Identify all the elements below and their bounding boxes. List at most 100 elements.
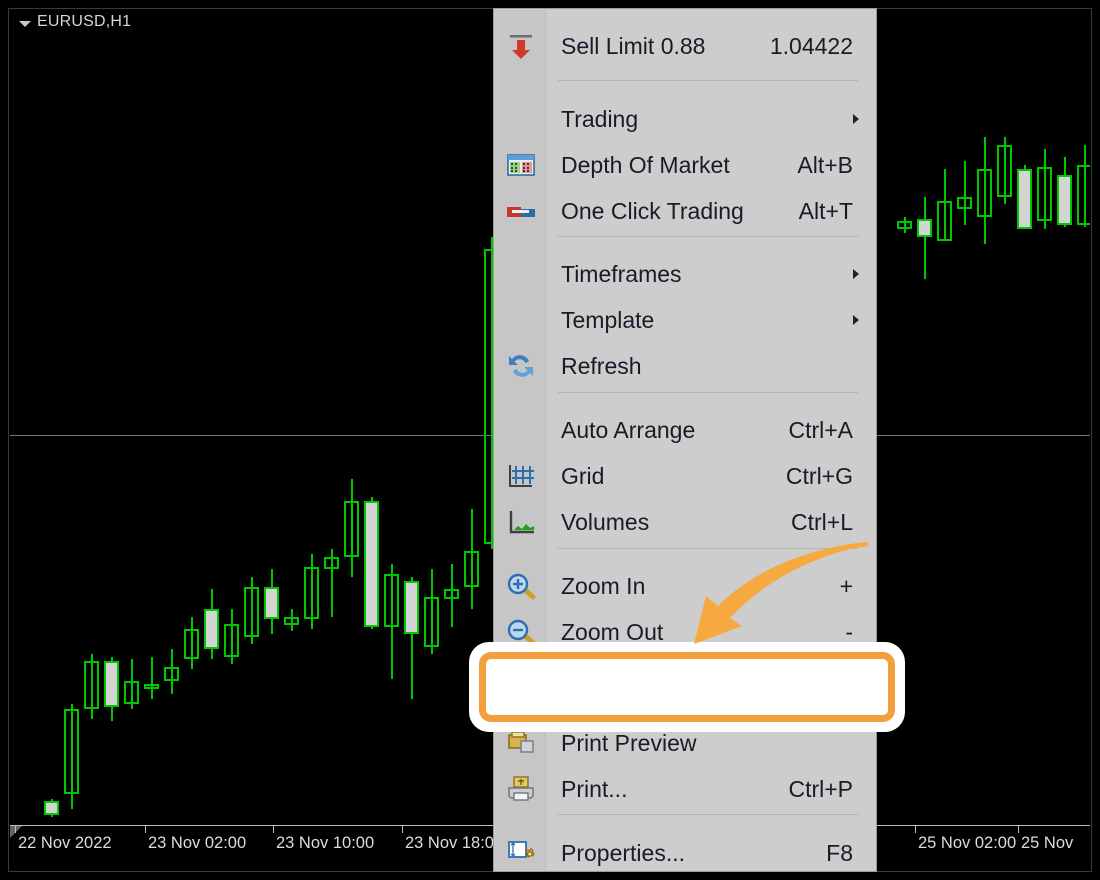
candle-body bbox=[1037, 167, 1052, 221]
menu-item-label: One Click Trading bbox=[561, 198, 744, 224]
menu-item-one-click-trading[interactable]: One Click Trading Alt+T bbox=[495, 188, 875, 234]
candle-body bbox=[997, 145, 1012, 197]
highlight-box bbox=[479, 652, 895, 722]
properties-icon bbox=[503, 839, 539, 867]
candle-body bbox=[44, 801, 59, 815]
candle-body bbox=[404, 581, 419, 634]
menu-item-label: Timeframes bbox=[561, 261, 682, 287]
candlestick bbox=[1077, 145, 1090, 227]
candle-body bbox=[104, 661, 119, 707]
candlestick bbox=[957, 161, 972, 225]
candle-body bbox=[957, 197, 972, 209]
menu-item-label: Zoom In bbox=[561, 573, 646, 599]
menu-item-print[interactable]: Print... Ctrl+P bbox=[495, 766, 875, 812]
menu-item-label: Print Preview bbox=[561, 730, 697, 756]
x-axis-tick bbox=[402, 825, 403, 833]
candle-body bbox=[164, 667, 179, 681]
candlestick bbox=[284, 609, 299, 631]
candlestick bbox=[64, 704, 79, 809]
x-axis-tick bbox=[915, 825, 916, 833]
menu-item-label: Volumes bbox=[561, 509, 650, 535]
menu-item-shortcut: F8 bbox=[826, 840, 853, 866]
depth-of-market-icon bbox=[503, 151, 539, 179]
menu-item-timeframes[interactable]: Timeframes bbox=[495, 251, 875, 297]
candlestick bbox=[1057, 157, 1072, 227]
menu-separator bbox=[558, 236, 858, 237]
x-axis-label: 25 Nov 02:00 bbox=[918, 834, 1017, 852]
menu-item-volumes[interactable]: Volumes Ctrl+L bbox=[495, 499, 875, 545]
candlestick bbox=[444, 564, 459, 627]
menu-item-grid[interactable]: Grid Ctrl+G bbox=[495, 453, 875, 499]
x-axis-label: 25 Nov bbox=[1021, 834, 1074, 852]
menu-item-shortcut: Ctrl+A bbox=[788, 417, 853, 443]
candlestick bbox=[977, 137, 992, 244]
chevron-right-icon bbox=[853, 315, 859, 325]
candle-body bbox=[1017, 169, 1032, 229]
candlestick bbox=[1017, 165, 1032, 229]
candlestick bbox=[184, 617, 199, 669]
chart-context-menu[interactable]: Sell Limit 0.88 1.04422 Trading Depth Of Ma… bbox=[493, 8, 877, 872]
menu-item-auto-arrange[interactable]: Auto Arrange Ctrl+A bbox=[495, 407, 875, 453]
grid-icon bbox=[503, 462, 539, 490]
candlestick bbox=[164, 649, 179, 694]
menu-item-label: Auto Arrange bbox=[561, 417, 696, 443]
candlestick bbox=[124, 659, 139, 709]
menu-item-shortcut: Ctrl+G bbox=[785, 463, 853, 489]
x-axis-tick bbox=[15, 825, 16, 833]
candle-wick bbox=[963, 161, 966, 225]
candlestick bbox=[44, 799, 59, 817]
candle-body bbox=[224, 624, 239, 657]
candle-body bbox=[937, 201, 952, 241]
one-click-trading-icon bbox=[503, 197, 539, 225]
candle-body bbox=[304, 567, 319, 619]
candle-body bbox=[897, 221, 912, 229]
x-axis-label: 23 Nov 02:00 bbox=[148, 834, 247, 852]
refresh-icon bbox=[503, 352, 539, 380]
candle-body bbox=[364, 501, 379, 627]
candlestick bbox=[937, 169, 952, 241]
print-preview-icon bbox=[503, 729, 539, 757]
curved-arrow-icon bbox=[694, 542, 868, 644]
x-axis-tick bbox=[145, 825, 146, 833]
menu-item-shortcut: Alt+B bbox=[797, 152, 853, 178]
candlestick bbox=[344, 479, 359, 577]
zoom-in-icon bbox=[503, 572, 539, 600]
candlestick bbox=[84, 654, 99, 719]
menu-item-label: Properties... bbox=[561, 840, 685, 866]
candle-body bbox=[977, 169, 992, 217]
menu-item-label: Grid bbox=[561, 463, 605, 489]
chevron-right-icon bbox=[853, 269, 859, 279]
menu-item-refresh[interactable]: Refresh bbox=[495, 343, 875, 389]
screenshot-root: EURUSD,H1 22 Nov 2022 23 Nov 02:00 23 Nov … bbox=[0, 0, 1100, 880]
candlestick bbox=[424, 569, 439, 654]
candle-body bbox=[917, 219, 932, 237]
menu-item-depth-of-market[interactable]: Depth Of Market Alt+B bbox=[495, 142, 875, 188]
candle-body bbox=[424, 597, 439, 647]
candlestick bbox=[264, 569, 279, 634]
menu-item-trading[interactable]: Trading bbox=[495, 96, 875, 142]
candle-body bbox=[144, 684, 159, 689]
candlestick bbox=[464, 509, 479, 609]
x-axis-tick bbox=[273, 825, 274, 833]
candle-body bbox=[284, 617, 299, 625]
menu-item-label: Refresh bbox=[561, 353, 642, 379]
candlestick bbox=[917, 197, 932, 279]
menu-item-properties[interactable]: Properties... F8 bbox=[495, 830, 875, 876]
candlestick bbox=[144, 657, 159, 699]
x-axis-label: 23 Nov 18:00 bbox=[405, 834, 504, 852]
menu-item-template[interactable]: Template bbox=[495, 297, 875, 343]
print-icon bbox=[503, 775, 539, 803]
menu-separator bbox=[558, 392, 858, 393]
menu-item-sell-limit[interactable]: Sell Limit 0.88 1.04422 bbox=[495, 23, 875, 69]
triangle-down-icon[interactable] bbox=[19, 21, 31, 27]
candle-body bbox=[1057, 175, 1072, 225]
candle-body bbox=[344, 501, 359, 557]
menu-item-shortcut: Ctrl+P bbox=[788, 776, 853, 802]
volumes-icon bbox=[503, 508, 539, 536]
menu-item-label: Trading bbox=[561, 106, 639, 132]
menu-item-shortcut: Ctrl+L bbox=[791, 509, 853, 535]
candlestick bbox=[384, 564, 399, 679]
candle-body bbox=[264, 587, 279, 619]
menu-separator bbox=[558, 80, 858, 81]
page-title: EURUSD,H1 bbox=[37, 13, 132, 30]
